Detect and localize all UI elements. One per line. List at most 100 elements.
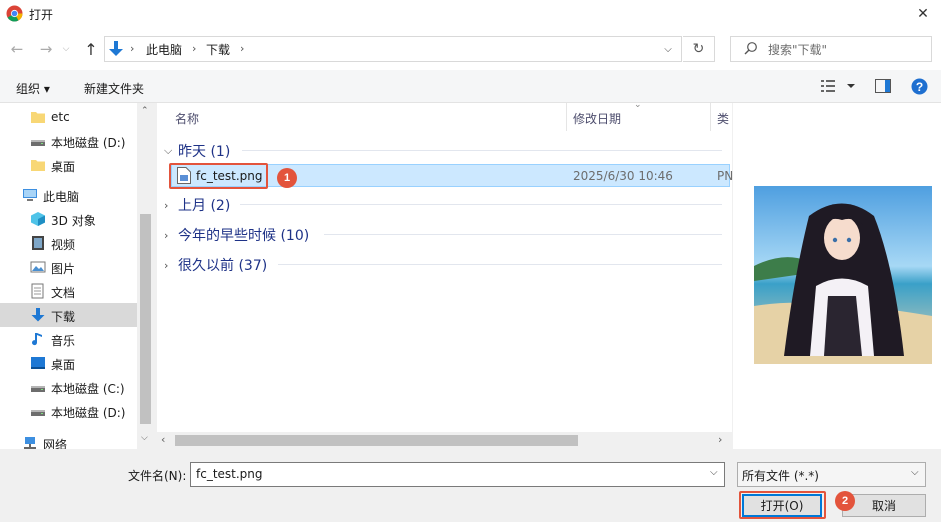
sidebar-item-drive-c[interactable]: 本地磁盘 (C:): [0, 375, 137, 399]
address-bar[interactable]: [104, 36, 682, 62]
help-button[interactable]: ?: [911, 78, 928, 98]
pictures-icon: [30, 261, 46, 273]
annotation-badge-step-2: 2: [835, 491, 855, 511]
group-label: 上月 (2): [178, 198, 231, 214]
chevron-down-icon: ⌵: [911, 467, 919, 478]
sidebar-item-music[interactable]: 音乐: [0, 327, 137, 351]
search-icon: [744, 41, 758, 58]
sidebar-item-label: 桌面: [51, 160, 76, 174]
folder-icon: [31, 160, 45, 171]
scroll-left-icon[interactable]: ‹: [161, 433, 165, 446]
drive-icon: [31, 410, 45, 416]
scroll-down-icon[interactable]: ⌵: [141, 433, 148, 443]
sidebar-item-pictures[interactable]: 图片: [0, 255, 137, 279]
breadcrumb-downloads[interactable]: 下载: [206, 41, 230, 58]
sidebar-item-label: 此电脑: [43, 190, 80, 204]
music-icon: [32, 333, 42, 346]
sidebar-item-label: 本地磁盘 (C:): [51, 382, 125, 396]
filetype-value: 所有文件 (*.*): [742, 469, 819, 483]
sidebar-item-label: 文档: [51, 286, 76, 300]
chevron-down-icon: ⌵: [62, 44, 70, 54]
sidebar-item-videos[interactable]: 视频: [0, 231, 137, 255]
forward-arrow-icon: →: [39, 40, 53, 58]
chevron-right-icon: ›: [164, 228, 169, 242]
group-header-earlier-this-year[interactable]: › 今年的早些时候 (10): [164, 225, 309, 245]
close-icon: ✕: [917, 6, 929, 22]
sidebar-item-desktop[interactable]: 桌面: [0, 351, 137, 375]
desktop-icon: [31, 357, 45, 369]
sidebar-item-this-pc[interactable]: 此电脑: [0, 183, 137, 207]
title-bar: [0, 0, 941, 28]
group-divider: [240, 204, 722, 205]
filename-input[interactable]: [190, 462, 725, 487]
scrollbar-thumb[interactable]: [140, 214, 151, 424]
chevron-down-icon: ⌵: [664, 43, 672, 55]
refresh-button[interactable]: ↻: [683, 36, 715, 62]
column-header-type[interactable]: 类: [717, 110, 729, 138]
download-location-icon: [108, 40, 124, 58]
view-options-button[interactable]: [820, 79, 860, 96]
group-header-yesterday[interactable]: ⌵ 昨天 (1): [164, 141, 230, 161]
scrollbar-thumb[interactable]: [175, 435, 578, 446]
sidebar-item-label: etc: [51, 110, 70, 124]
sidebar-item-drive-d-2[interactable]: 本地磁盘 (D:): [0, 399, 137, 423]
refresh-icon: ↻: [692, 41, 705, 57]
forward-button[interactable]: →: [35, 37, 57, 61]
group-label: 昨天 (1): [178, 144, 231, 160]
download-icon: [31, 308, 45, 322]
search-input[interactable]: [730, 36, 932, 62]
help-icon: ?: [911, 78, 928, 95]
group-header-last-month[interactable]: › 上月 (2): [164, 195, 230, 215]
close-button[interactable]: ✕: [905, 0, 941, 28]
documents-icon: [31, 283, 44, 299]
video-icon: [32, 236, 44, 250]
sidebar-item-label: 本地磁盘 (D:): [51, 406, 126, 420]
chevron-down-icon: ⌵: [164, 144, 173, 157]
scroll-up-icon[interactable]: ⌃: [141, 106, 149, 116]
group-header-long-ago[interactable]: › 很久以前 (37): [164, 255, 267, 275]
organize-menu[interactable]: 组织 ▾: [16, 80, 50, 97]
sidebar-item-3d-objects[interactable]: 3D 对象: [0, 207, 137, 231]
window-title: 打开: [29, 8, 54, 22]
3d-objects-icon: [31, 212, 45, 226]
address-history-dropdown[interactable]: ⌵: [654, 36, 682, 62]
new-folder-button[interactable]: 新建文件夹: [84, 80, 144, 97]
group-label: 今年的早些时候 (10): [178, 228, 310, 244]
column-header-modified[interactable]: 修改日期: [573, 110, 621, 138]
folder-icon: [31, 112, 45, 123]
recent-locations-button[interactable]: ⌵: [59, 37, 73, 61]
annotation-badge-step-1: 1: [277, 168, 297, 188]
sidebar-item-label: 下载: [51, 310, 76, 324]
breadcrumb-separator: ›: [240, 42, 245, 55]
column-divider: [566, 103, 567, 131]
group-divider: [242, 150, 722, 151]
sidebar-item-desktop-folder[interactable]: 桌面: [0, 153, 137, 177]
filename-history-dropdown[interactable]: ⌵: [710, 467, 718, 478]
sidebar-item-drive-d[interactable]: 本地磁盘 (D:): [0, 129, 137, 153]
drive-icon: [31, 140, 45, 146]
breadcrumb-separator: ›: [192, 42, 197, 55]
sidebar-item-label: 3D 对象: [51, 214, 96, 228]
column-header-name[interactable]: 名称: [175, 110, 199, 138]
details-view-icon: [821, 80, 855, 92]
up-button[interactable]: ↑: [80, 37, 102, 61]
group-divider: [278, 264, 722, 265]
sidebar-item-downloads[interactable]: 下载: [0, 303, 137, 327]
back-button[interactable]: ←: [6, 37, 28, 61]
file-list-pane: [157, 103, 732, 449]
preview-pane-icon: [875, 79, 891, 93]
sidebar-item-etc[interactable]: etc: [0, 105, 137, 129]
back-arrow-icon: ←: [10, 40, 24, 58]
scroll-right-icon[interactable]: ›: [718, 433, 722, 446]
breadcrumb-this-pc[interactable]: 此电脑: [146, 41, 182, 58]
sidebar-item-label: 图片: [51, 262, 76, 276]
sidebar-item-label: 视频: [51, 238, 76, 252]
chevron-right-icon: ›: [164, 258, 169, 272]
annotation-highlight-file: [169, 163, 268, 189]
computer-icon: [23, 189, 37, 201]
preview-pane-button[interactable]: [875, 79, 891, 96]
sidebar-item-documents[interactable]: 文档: [0, 279, 137, 303]
sidebar-item-label: 音乐: [51, 334, 76, 348]
search-placeholder: 搜索"下载": [768, 43, 828, 57]
file-type: PN: [717, 169, 734, 183]
